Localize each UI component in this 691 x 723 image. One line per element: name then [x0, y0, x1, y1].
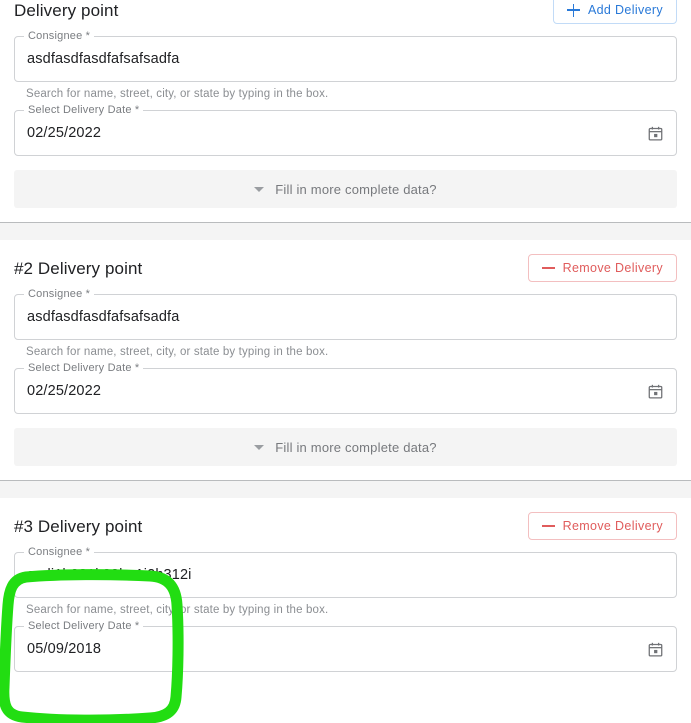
- remove-delivery-label-2: Remove Delivery: [562, 261, 663, 275]
- minus-icon: [541, 520, 555, 533]
- delivery-date-label-2: Select Delivery Date *: [24, 362, 144, 375]
- consignee-input-box-3[interactable]: Consignee * asdi1h231k23ho1i2h312i: [14, 546, 677, 598]
- consignee-field-1: Consignee * asdfasdfasdfafsafsadfa: [14, 30, 677, 82]
- consignee-value-3[interactable]: asdi1h231k23ho1i2h312i: [27, 567, 664, 583]
- delivery-date-field-2: Select Delivery Date * 02/25/2022: [14, 362, 677, 414]
- consignee-label-1: Consignee *: [24, 30, 95, 43]
- section-3-header: #3 Delivery point Remove Delivery: [14, 512, 677, 546]
- remove-delivery-button-2[interactable]: Remove Delivery: [527, 254, 677, 282]
- section-1-header: Delivery point Add Delivery: [14, 0, 677, 30]
- delivery-date-label-1: Select Delivery Date *: [24, 104, 144, 117]
- consignee-value-2[interactable]: asdfasdfasdfafsafsadfa: [27, 309, 664, 325]
- expander-2[interactable]: Fill in more complete data?: [14, 428, 677, 466]
- expander-1[interactable]: Fill in more complete data?: [14, 170, 677, 208]
- delivery-points-page: Delivery point Add Delivery Consignee * …: [0, 0, 691, 723]
- calendar-icon[interactable]: [647, 125, 664, 142]
- calendar-icon[interactable]: [647, 641, 664, 658]
- consignee-input-box-1[interactable]: Consignee * asdfasdfasdfafsafsadfa: [14, 30, 677, 82]
- delivery-section-2: #2 Delivery point Remove Delivery Consig…: [0, 240, 691, 466]
- consignee-field-2: Consignee * asdfasdfasdfafsafsadfa: [14, 288, 677, 340]
- consignee-helper-1: Search for name, street, city, or state …: [26, 88, 329, 100]
- delivery-date-field-3: Select Delivery Date * 05/09/2018: [14, 620, 677, 672]
- section-separator-1: [0, 222, 691, 240]
- consignee-field-3: Consignee * asdi1h231k23ho1i2h312i: [14, 546, 677, 598]
- chevron-down-icon: [254, 186, 265, 192]
- delivery-date-field-1: Select Delivery Date * 02/25/2022: [14, 104, 677, 156]
- add-delivery-button[interactable]: Add Delivery: [552, 0, 677, 24]
- minus-icon: [541, 262, 555, 275]
- delivery-date-input-box-2[interactable]: Select Delivery Date * 02/25/2022: [14, 362, 677, 414]
- delivery-section-3: #3 Delivery point Remove Delivery Consig…: [0, 498, 691, 672]
- consignee-helper-2: Search for name, street, city, or state …: [26, 346, 329, 358]
- consignee-label-2: Consignee *: [24, 288, 95, 301]
- consignee-helper-3: Search for name, street, city, or state …: [26, 604, 329, 616]
- delivery-date-value-1[interactable]: 02/25/2022: [27, 125, 647, 141]
- chevron-down-icon: [254, 444, 265, 450]
- expander-label-2: Fill in more complete data?: [275, 439, 437, 455]
- remove-delivery-label-3: Remove Delivery: [562, 519, 663, 533]
- section-separator-2: [0, 480, 691, 498]
- section-2-title: #2 Delivery point: [14, 259, 143, 278]
- delivery-date-input-box-1[interactable]: Select Delivery Date * 02/25/2022: [14, 104, 677, 156]
- calendar-icon[interactable]: [647, 383, 664, 400]
- remove-delivery-button-3[interactable]: Remove Delivery: [527, 512, 677, 540]
- add-delivery-label: Add Delivery: [587, 3, 663, 17]
- delivery-date-value-3[interactable]: 05/09/2018: [27, 641, 647, 657]
- consignee-label-3: Consignee *: [24, 546, 95, 559]
- expander-label-1: Fill in more complete data?: [275, 181, 437, 197]
- delivery-date-label-3: Select Delivery Date *: [24, 620, 144, 633]
- consignee-value-1[interactable]: asdfasdfasdfafsafsadfa: [27, 51, 664, 67]
- delivery-section-1: Delivery point Add Delivery Consignee * …: [0, 0, 691, 208]
- section-3-title: #3 Delivery point: [14, 517, 143, 536]
- delivery-date-value-2[interactable]: 02/25/2022: [27, 383, 647, 399]
- delivery-date-input-box-3[interactable]: Select Delivery Date * 05/09/2018: [14, 620, 677, 672]
- section-2-header: #2 Delivery point Remove Delivery: [14, 254, 677, 288]
- plus-icon: [566, 3, 580, 17]
- consignee-input-box-2[interactable]: Consignee * asdfasdfasdfafsafsadfa: [14, 288, 677, 340]
- page-title: Delivery point: [14, 1, 119, 20]
